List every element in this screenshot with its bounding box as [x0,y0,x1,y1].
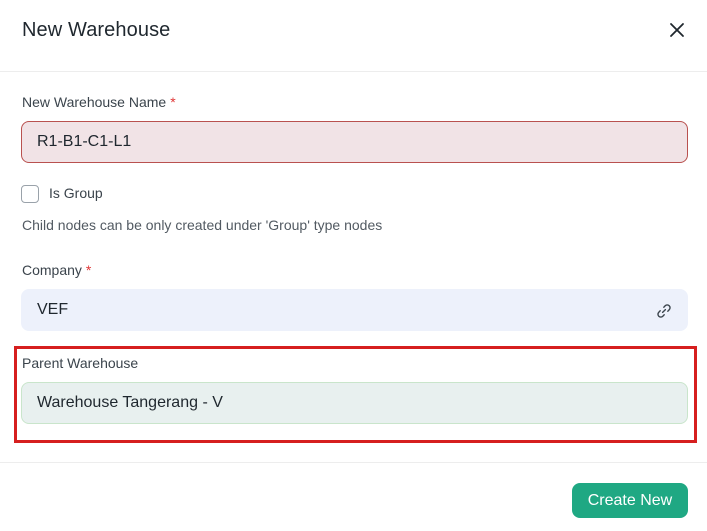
close-button[interactable] [664,17,690,43]
is-group-label[interactable]: Is Group [49,185,103,201]
company-value: VEF [37,301,69,318]
link-icon[interactable] [655,302,673,320]
parent-warehouse-label: Parent Warehouse [22,355,139,371]
create-new-button[interactable]: Create New [572,483,688,518]
dialog-header: New Warehouse [0,0,707,72]
required-marker: * [85,262,92,278]
required-marker: * [170,94,176,110]
parent-warehouse-input[interactable]: Warehouse Tangerang - V [21,382,688,424]
warehouse-name-input[interactable]: R1-B1-C1-L1 [21,121,688,163]
new-warehouse-dialog: New Warehouse New Warehouse Name * R1-B1-… [0,0,707,531]
company-label-text: Company [22,262,82,278]
warehouse-name-label-text: New Warehouse Name [22,94,167,110]
warehouse-name-value: R1-B1-C1-L1 [37,133,132,150]
is-group-help-text: Child nodes can be only created under 'G… [22,217,383,233]
company-input[interactable]: VEF [21,289,688,331]
company-label: Company * [22,262,91,278]
warehouse-name-label: New Warehouse Name * [22,94,176,110]
dialog-title: New Warehouse [22,19,171,41]
close-icon [670,23,684,37]
parent-warehouse-value: Warehouse Tangerang - V [37,394,223,411]
is-group-checkbox[interactable] [21,185,39,203]
